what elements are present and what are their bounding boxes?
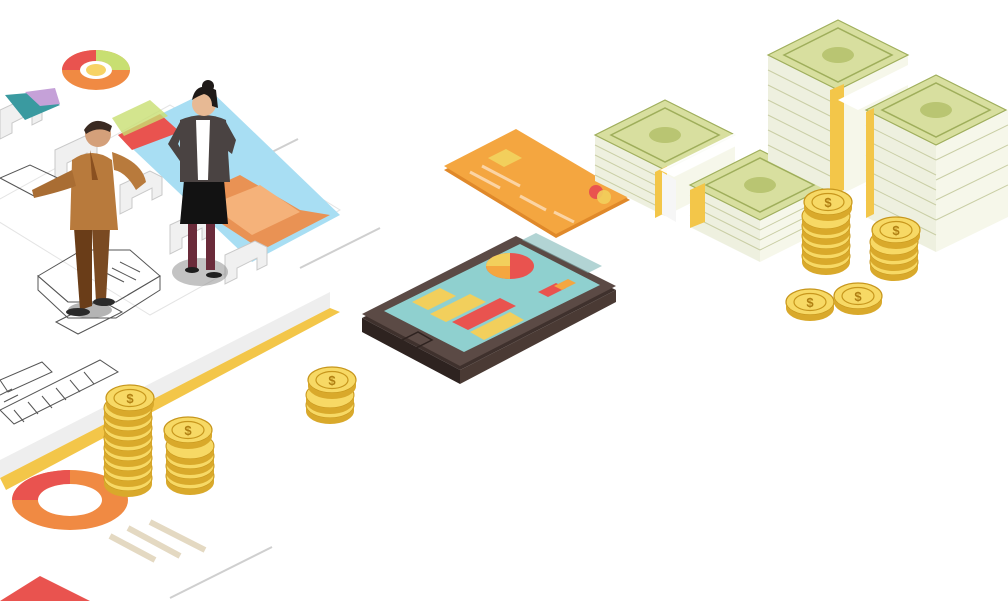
coin-stack-right-short — [869, 216, 921, 282]
donut-chart-top — [62, 50, 130, 90]
loose-coins — [785, 282, 883, 322]
paper-lines — [108, 519, 207, 563]
smartphone — [362, 233, 616, 384]
coin-stack-right-tall — [801, 188, 853, 276]
finance-illustration: $ — [0, 0, 1008, 601]
coin-stack-left-short — [163, 416, 215, 496]
illustration-canvas: $ — [0, 19, 1008, 601]
coin-stack-left-tall — [103, 384, 155, 498]
coin-stack-center — [305, 366, 357, 425]
